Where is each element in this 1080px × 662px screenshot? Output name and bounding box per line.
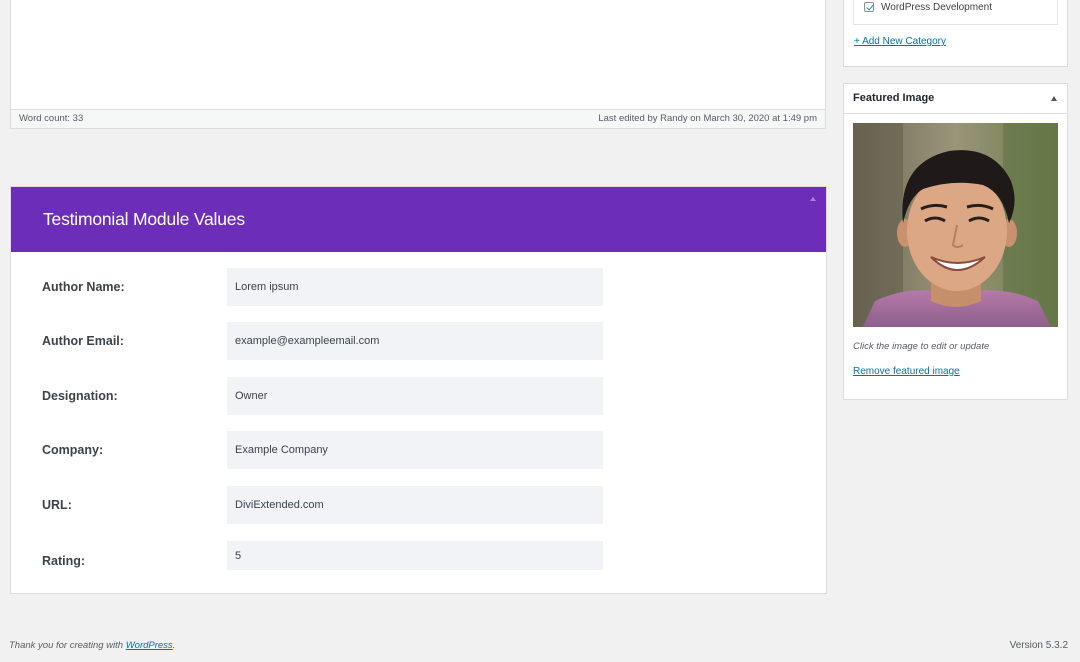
featured-image-title: Featured Image [853, 92, 935, 104]
metabox-header[interactable]: Testimonial Module Values [11, 187, 826, 252]
url-label: URL: [42, 498, 72, 512]
last-edited-info: Last edited by Randy on March 30, 2020 a… [598, 113, 817, 124]
portrait-photo [853, 123, 1058, 327]
add-new-category-link[interactable]: + Add New Category [854, 36, 946, 47]
category-label: WordPress Development [881, 1, 992, 13]
word-count: Word count: 33 [19, 113, 84, 124]
field-row-designation: Designation: [11, 377, 826, 415]
remove-featured-image-link[interactable]: Remove featured image [853, 366, 960, 377]
category-item-wordpress-development[interactable]: WordPress Development [864, 0, 992, 14]
designation-label: Designation: [42, 389, 118, 403]
category-checkbox[interactable] [864, 2, 874, 12]
featured-image-caption: Click the image to edit or update [853, 341, 990, 352]
field-row-author-email: Author Email: [11, 322, 826, 360]
testimonial-metabox: Testimonial Module Values Author Name: A… [10, 186, 827, 594]
featured-image[interactable] [853, 123, 1058, 327]
field-row-url: URL: [11, 486, 826, 524]
categories-box: WordPress Development + Add New Category [843, 0, 1068, 67]
field-row-rating: Rating: [11, 541, 826, 579]
author-name-label: Author Name: [42, 280, 125, 294]
designation-input[interactable] [227, 377, 603, 415]
author-email-label: Author Email: [42, 334, 124, 348]
wordpress-link[interactable]: WordPress [126, 640, 173, 651]
footer-thanks: Thank you for creating with WordPress. [9, 640, 175, 651]
metabox-title: Testimonial Module Values [43, 209, 245, 229]
footer-thanks-prefix: Thank you for creating with [9, 640, 126, 651]
rating-input[interactable] [227, 541, 603, 570]
featured-image-box: Featured Image Click the image to edit o… [843, 83, 1068, 400]
editor-status-bar: Word count: 33 Last edited by Randy on M… [11, 109, 825, 128]
field-row-author-name: Author Name: [11, 268, 826, 306]
company-label: Company: [42, 443, 104, 457]
featured-image-header[interactable]: Featured Image [844, 84, 1067, 114]
footer-version: Version 5.3.2 [1009, 640, 1068, 651]
url-input[interactable] [227, 486, 603, 524]
toggle-arrow-icon[interactable] [1051, 96, 1057, 101]
author-name-input[interactable] [227, 268, 603, 306]
field-row-company: Company: [11, 431, 826, 469]
company-input[interactable] [227, 431, 603, 469]
category-list: WordPress Development [853, 0, 1058, 25]
editor-content-area[interactable] [11, 0, 825, 110]
post-editor: Word count: 33 Last edited by Randy on M… [10, 0, 826, 129]
collapse-arrow-icon[interactable] [810, 197, 816, 201]
author-email-input[interactable] [227, 322, 603, 360]
rating-label: Rating: [42, 554, 86, 568]
footer-thanks-suffix: . [172, 640, 176, 651]
